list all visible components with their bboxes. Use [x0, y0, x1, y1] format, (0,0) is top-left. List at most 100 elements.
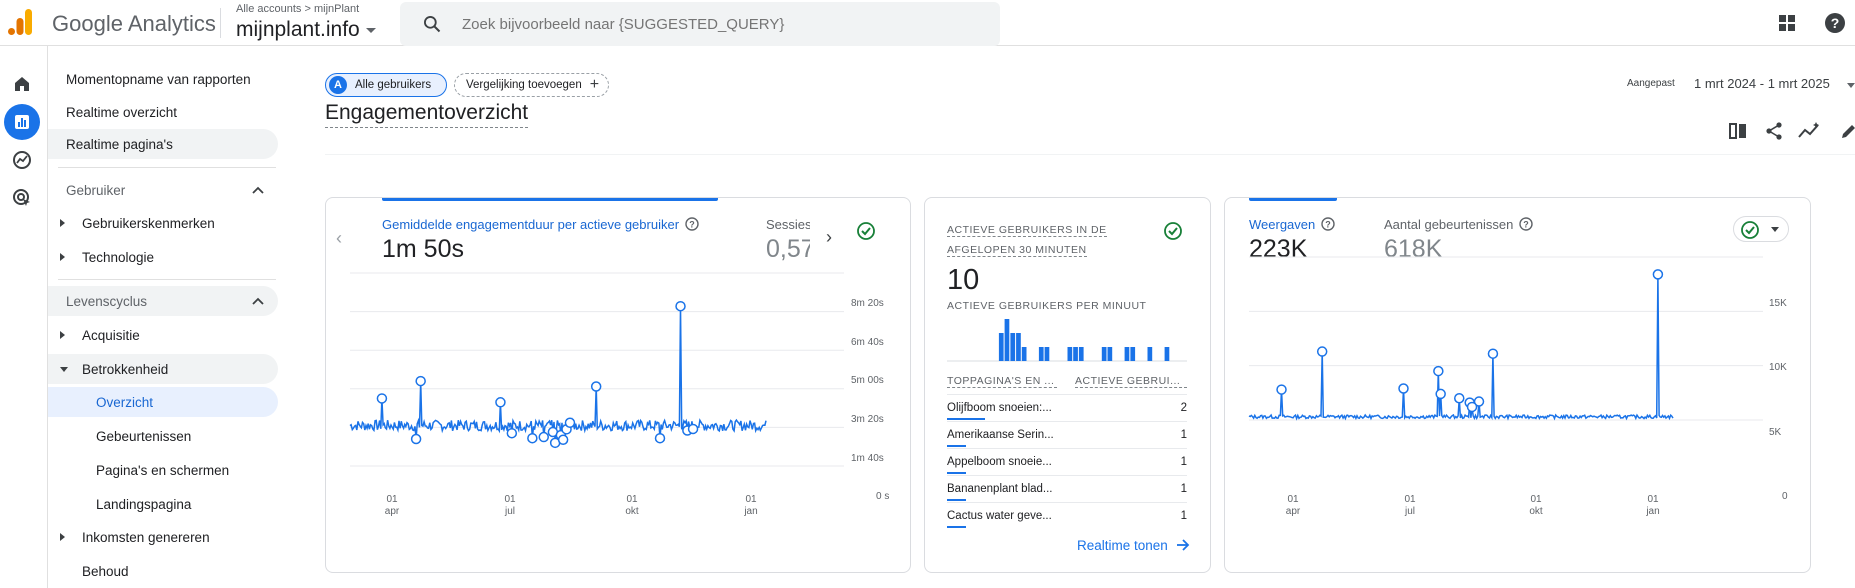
check-circle-icon[interactable] — [1163, 221, 1183, 241]
data-point — [495, 397, 506, 408]
data-point — [1454, 393, 1465, 404]
expand-icon — [60, 219, 65, 227]
page-title: Engagementoverzicht — [325, 101, 529, 128]
search-box[interactable] — [400, 2, 1000, 46]
view-realtime-link[interactable]: Realtime tonen — [1077, 538, 1190, 553]
edit-icon[interactable] — [1839, 121, 1855, 141]
active-metric-indicator — [382, 198, 718, 201]
data-point — [654, 432, 666, 444]
sidebar-item-snapshot[interactable]: Momentopname van rapporten — [48, 64, 278, 94]
sidebar-item-user-attributes[interactable]: Gebruikerskenmerken — [48, 208, 278, 238]
date-range-picker[interactable]: 1 mrt 2024 - 1 mrt 2025 — [1694, 76, 1830, 91]
bar — [1147, 347, 1153, 361]
sidebar-item-retention[interactable]: Behoud — [48, 556, 278, 586]
help-circle-icon[interactable]: ? — [685, 217, 699, 231]
table-row[interactable]: Olijfboom snoeien:... 2 — [947, 394, 1187, 421]
help-icon[interactable]: ? — [1823, 11, 1847, 35]
page-name: Olijfboom snoeien:... — [947, 402, 1052, 414]
date-range-prefix: Aangepast — [1627, 78, 1675, 89]
check-circle-icon[interactable] — [856, 221, 876, 241]
explore-icon — [13, 151, 31, 169]
header-divider — [325, 154, 1855, 155]
x-tick-label: 01 jul — [1404, 494, 1416, 517]
data-point — [687, 423, 699, 435]
sidebar-item-acquisition[interactable]: Acquisitie — [48, 320, 278, 350]
page-name: Amerikaanse Serin... — [947, 429, 1054, 441]
sidebar-item-label: Betrokkenheid — [82, 361, 169, 377]
segment-chip-all-users[interactable]: A Alle gebruikers — [325, 73, 447, 97]
sidebar-item-label: Landingspagina — [96, 496, 192, 512]
rail-advertising[interactable] — [4, 180, 40, 216]
advertising-icon — [13, 189, 30, 206]
table-row[interactable]: Appelboom snoeie... 1 — [947, 448, 1187, 475]
sidebar-section-lifecycle[interactable]: Levenscyclus — [48, 286, 278, 316]
svg-text:?: ? — [1831, 15, 1840, 31]
user-count: 1 — [1180, 483, 1187, 495]
user-count: 1 — [1180, 510, 1187, 522]
bar — [1067, 347, 1073, 361]
add-comparison-button[interactable]: Vergelijking toevoegen + — [454, 73, 609, 97]
data-point — [590, 381, 602, 392]
chevron-up-icon — [252, 297, 264, 305]
table-header-top-pages[interactable]: TOPPAGINA'S EN ... — [947, 375, 1057, 388]
sidebar-item-events[interactable]: Gebeurtenissen — [48, 421, 278, 451]
user-count: 2 — [1180, 402, 1187, 414]
sidebar-item-overview[interactable]: Overzicht — [48, 387, 278, 417]
plus-icon: + — [589, 76, 600, 93]
sidebar-item-realtime-overview[interactable]: Realtime overzicht — [15, 97, 245, 127]
property-selector[interactable]: mijnplant.info — [236, 18, 376, 42]
sidebar-item-label: Behoud — [82, 563, 129, 579]
sidebar-item-landing-page[interactable]: Landingspagina — [48, 489, 278, 519]
sidebar-item-pages-screens[interactable]: Pagina's en schermen — [48, 455, 278, 485]
left-rail — [0, 46, 48, 588]
search-icon — [424, 16, 441, 33]
date-dropdown-icon[interactable] — [1847, 83, 1855, 88]
data-point — [506, 427, 518, 439]
sidebar-item-realtime-pages[interactable]: Realtime pagina's — [48, 129, 278, 159]
data-point — [1276, 384, 1287, 395]
table-header-active-users[interactable]: ACTIEVE GEBRUI... — [1075, 375, 1187, 388]
expand-icon — [60, 533, 65, 541]
page-name: Cactus water geve... — [947, 510, 1052, 522]
y-tick-label: 1m 40s — [851, 453, 884, 464]
arrow-right-icon — [1176, 539, 1189, 551]
insights-icon[interactable] — [1797, 121, 1821, 141]
realtime-user-count: 10 — [947, 264, 980, 296]
table-row[interactable]: Bananenplant blad... 1 — [947, 475, 1187, 502]
series-line — [349, 306, 767, 443]
search-input[interactable] — [460, 2, 980, 46]
sidebar-item-technology[interactable]: Technologie — [48, 242, 278, 272]
data-point — [1466, 401, 1478, 413]
sidebar-item-label: Realtime overzicht — [66, 104, 178, 120]
account-breadcrumb[interactable]: Alle accounts > mijnPlant — [236, 3, 359, 15]
sidebar-section-user[interactable]: Gebruiker — [48, 175, 278, 205]
per-minute-label: ACTIEVE GEBRUIKERS PER MINUUT — [947, 300, 1147, 312]
metric-label: Sessies n — [766, 217, 810, 232]
sidebar-item-label: Gebruikerskenmerken — [82, 215, 215, 231]
rail-explore[interactable] — [4, 142, 40, 178]
table-row[interactable]: Cactus water geve... 1 — [947, 502, 1187, 529]
apps-grid-icon[interactable] — [1778, 14, 1796, 32]
y-tick-label: 3m 20s — [851, 414, 884, 425]
bar — [1044, 347, 1050, 361]
table-row[interactable]: Amerikaanse Serin... 1 — [947, 421, 1187, 448]
share-icon[interactable] — [1764, 121, 1784, 141]
chevron-right-icon[interactable]: › — [826, 227, 832, 248]
per-minute-bar-chart — [947, 319, 1187, 362]
metric-tab-engagement-duration[interactable]: Gemiddelde engagementduur per actieve ge… — [382, 217, 699, 232]
sidebar-item-monetization[interactable]: Inkomsten genereren — [48, 522, 278, 552]
page-name: Bananenplant blad... — [947, 483, 1053, 495]
bar — [1073, 347, 1078, 361]
row-bar — [947, 526, 966, 528]
bar — [1004, 319, 1010, 361]
compare-view-icon[interactable] — [1728, 121, 1748, 141]
home-icon — [15, 77, 29, 91]
segment-avatar: A — [329, 76, 347, 94]
data-point — [564, 417, 576, 429]
data-point — [1316, 346, 1328, 357]
metric-label: Gemiddelde engagementduur per actieve ge… — [382, 217, 680, 232]
page-name: Appelboom snoeie... — [947, 456, 1052, 468]
collapse-icon — [60, 366, 68, 372]
chevron-left-icon[interactable]: ‹ — [336, 228, 342, 249]
sidebar-item-engagement[interactable]: Betrokkenheid — [48, 354, 278, 384]
